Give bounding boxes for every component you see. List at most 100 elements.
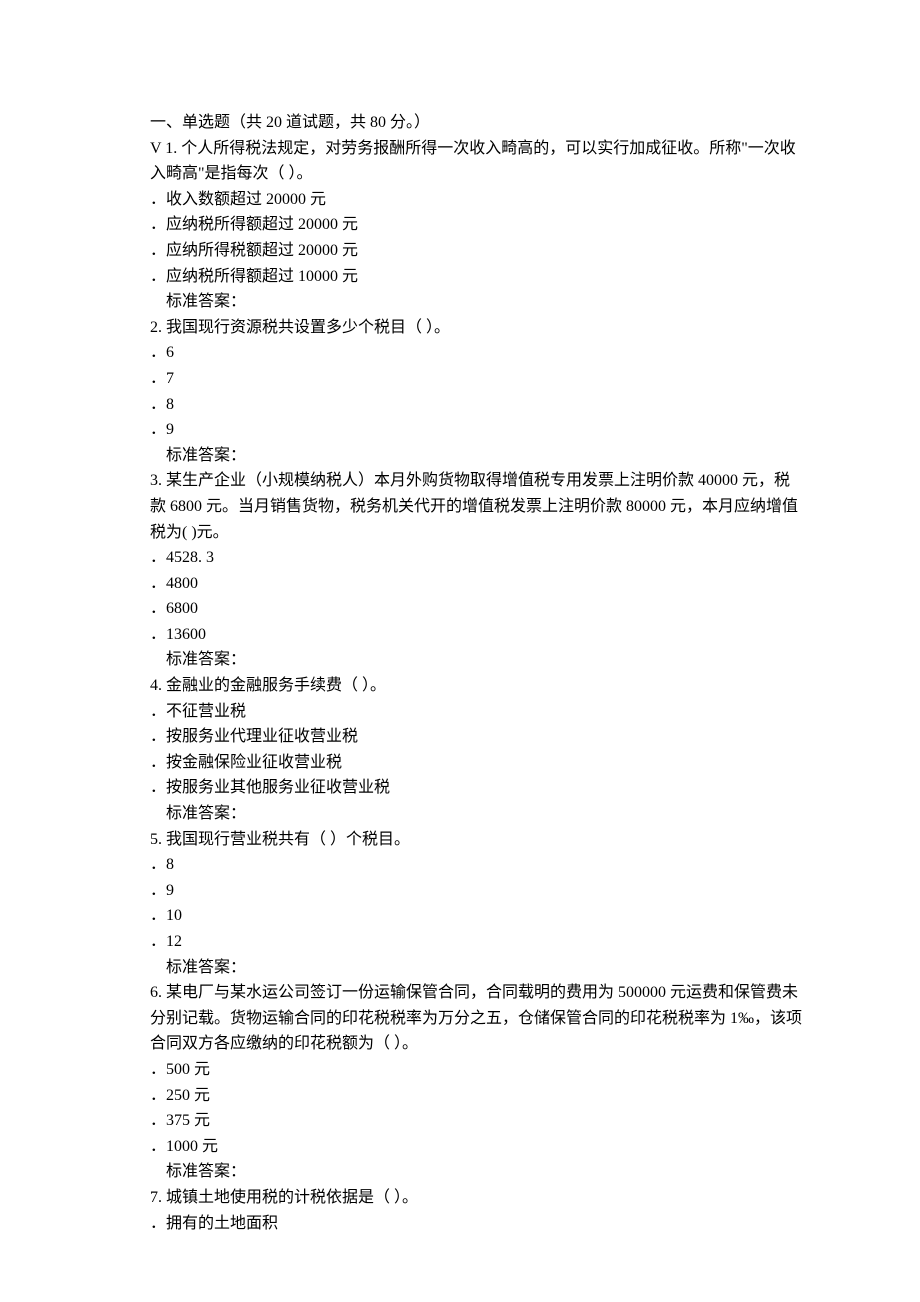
- question-text: 我国现行资源税共设置多少个税目（ ）。: [162, 319, 450, 336]
- option-line: ．按服务业其他服务业征收营业税: [118, 775, 802, 801]
- option-text: 375 元: [166, 1112, 210, 1129]
- option-text: 按服务业代理业征收营业税: [166, 728, 358, 745]
- option-text: 7: [166, 370, 174, 387]
- option-line: ．375 元: [118, 1108, 802, 1134]
- question-stem: 4. 金融业的金融服务手续费（ ）。: [118, 673, 802, 699]
- option-text: 按金融保险业征收营业税: [166, 754, 342, 771]
- option-text: 9: [166, 882, 174, 899]
- question-stem: 3. 某生产企业（小规模纳税人）本月外购货物取得增值税专用发票上注明价款 400…: [118, 468, 802, 545]
- option-prefix: ．: [150, 728, 166, 745]
- question-number: 7.: [150, 1189, 162, 1206]
- option-line: ．应纳税所得额超过 20000 元: [118, 212, 802, 238]
- question-stem: 2. 我国现行资源税共设置多少个税目（ ）。: [118, 315, 802, 341]
- option-line: ．6800: [118, 596, 802, 622]
- answer-label: 标准答案：: [118, 443, 802, 469]
- option-text: 不征营业税: [166, 703, 246, 720]
- option-prefix: ．: [150, 575, 166, 592]
- option-text: 1000 元: [166, 1138, 218, 1155]
- question-stem: 6. 某电厂与某水运公司签订一份运输保管合同，合同载明的费用为 500000 元…: [118, 980, 802, 1057]
- option-line: ．12: [118, 929, 802, 955]
- option-text: 6800: [166, 600, 198, 617]
- option-prefix: ．: [150, 779, 166, 796]
- option-text: 拥有的土地面积: [166, 1215, 278, 1232]
- option-prefix: ．: [150, 344, 166, 361]
- option-text: 500 元: [166, 1061, 210, 1078]
- section-header: 一、单选题（共 20 道试题，共 80 分。）: [118, 110, 802, 136]
- option-line: ．8: [118, 852, 802, 878]
- option-prefix: ．: [150, 268, 166, 285]
- option-prefix: ．: [150, 421, 166, 438]
- option-text: 250 元: [166, 1087, 210, 1104]
- option-line: ．按金融保险业征收营业税: [118, 750, 802, 776]
- option-line: ．500 元: [118, 1057, 802, 1083]
- option-prefix: ．: [150, 242, 166, 259]
- questions-container: V 1. 个人所得税法规定，对劳务报酬所得一次收入畸高的，可以实行加成征收。所称…: [118, 136, 802, 1237]
- option-prefix: ．: [150, 191, 166, 208]
- option-prefix: ．: [150, 626, 166, 643]
- question-number: 4.: [150, 677, 162, 694]
- option-line: ．9: [118, 417, 802, 443]
- option-line: ．9: [118, 878, 802, 904]
- option-text: 应纳税所得额超过 10000 元: [166, 268, 358, 285]
- option-prefix: ．: [150, 549, 166, 566]
- question-text: 金融业的金融服务手续费（ ）。: [162, 677, 386, 694]
- question-text: 城镇土地使用税的计税依据是（ ）。: [162, 1189, 418, 1206]
- option-text: 应纳所得税额超过 20000 元: [166, 242, 358, 259]
- question-number: 5.: [150, 831, 162, 848]
- option-line: ．不征营业税: [118, 699, 802, 725]
- answer-label: 标准答案：: [118, 1159, 802, 1185]
- option-prefix: ．: [150, 370, 166, 387]
- answer-label: 标准答案：: [118, 647, 802, 673]
- option-prefix: ．: [150, 1112, 166, 1129]
- option-text: 9: [166, 421, 174, 438]
- option-line: ．10: [118, 903, 802, 929]
- option-line: ．13600: [118, 622, 802, 648]
- option-text: 4528. 3: [166, 549, 214, 566]
- option-prefix: ．: [150, 882, 166, 899]
- question-stem: V 1. 个人所得税法规定，对劳务报酬所得一次收入畸高的，可以实行加成征收。所称…: [118, 136, 802, 187]
- option-line: ．拥有的土地面积: [118, 1211, 802, 1237]
- option-line: ．应纳所得税额超过 20000 元: [118, 238, 802, 264]
- option-prefix: ．: [150, 754, 166, 771]
- question-stem: 5. 我国现行营业税共有（ ）个税目。: [118, 827, 802, 853]
- option-line: ．4528. 3: [118, 545, 802, 571]
- option-text: 6: [166, 344, 174, 361]
- option-prefix: ．: [150, 396, 166, 413]
- option-text: 10: [166, 907, 182, 924]
- option-line: ．6: [118, 340, 802, 366]
- option-line: ．4800: [118, 571, 802, 597]
- option-prefix: ．: [150, 703, 166, 720]
- option-line: ．8: [118, 392, 802, 418]
- option-prefix: ．: [150, 216, 166, 233]
- question-number: 3.: [150, 472, 162, 489]
- option-text: 收入数额超过 20000 元: [166, 191, 326, 208]
- option-prefix: ．: [150, 600, 166, 617]
- document-page: 一、单选题（共 20 道试题，共 80 分。） V 1. 个人所得税法规定，对劳…: [0, 0, 920, 1302]
- question-stem: 7. 城镇土地使用税的计税依据是（ ）。: [118, 1185, 802, 1211]
- question-text: 某电厂与某水运公司签订一份运输保管合同，合同载明的费用为 500000 元运费和…: [150, 984, 802, 1052]
- option-line: ．按服务业代理业征收营业税: [118, 724, 802, 750]
- option-line: ．应纳税所得额超过 10000 元: [118, 264, 802, 290]
- option-prefix: ．: [150, 1215, 166, 1232]
- option-line: ．1000 元: [118, 1134, 802, 1160]
- question-text: 个人所得税法规定，对劳务报酬所得一次收入畸高的，可以实行加成征收。所称"一次收入…: [150, 140, 796, 183]
- option-text: 按服务业其他服务业征收营业税: [166, 779, 390, 796]
- option-text: 8: [166, 856, 174, 873]
- question-text: 我国现行营业税共有（ ）个税目。: [162, 831, 410, 848]
- answer-label: 标准答案：: [118, 955, 802, 981]
- option-prefix: ．: [150, 933, 166, 950]
- option-text: 12: [166, 933, 182, 950]
- option-line: ．250 元: [118, 1083, 802, 1109]
- answer-label: 标准答案：: [118, 289, 802, 315]
- option-line: ．7: [118, 366, 802, 392]
- option-prefix: ．: [150, 1061, 166, 1078]
- option-prefix: ．: [150, 907, 166, 924]
- answer-label: 标准答案：: [118, 801, 802, 827]
- question-number: 6.: [150, 984, 162, 1001]
- question-text: 某生产企业（小规模纳税人）本月外购货物取得增值税专用发票上注明价款 40000 …: [150, 472, 798, 540]
- option-prefix: ．: [150, 1138, 166, 1155]
- option-line: ．收入数额超过 20000 元: [118, 187, 802, 213]
- option-text: 8: [166, 396, 174, 413]
- question-number: 2.: [150, 319, 162, 336]
- option-text: 4800: [166, 575, 198, 592]
